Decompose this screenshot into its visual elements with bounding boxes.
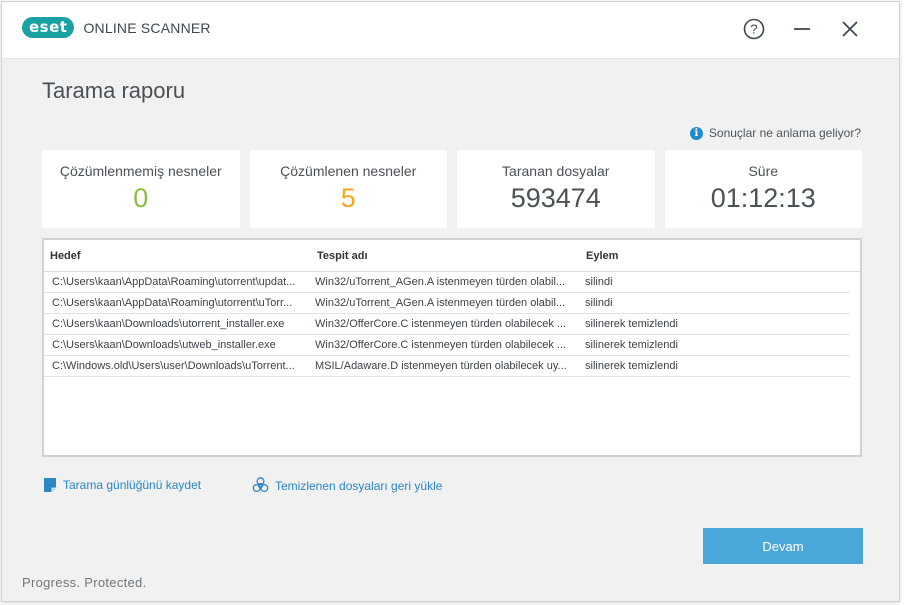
detections-table[interactable]: Hedef Tespit adı Eylem C:\Users\kaan\App… — [42, 238, 862, 457]
cell-target: C:\Users\kaan\AppData\Roaming\utorrent\u… — [52, 297, 293, 309]
cell-detection: Win32/uTorrent_AGen.A istenmeyen türden … — [315, 276, 566, 288]
help-button[interactable]: ? — [741, 16, 767, 42]
stat-value: 5 — [340, 183, 356, 213]
page-title: Tarama raporu — [42, 78, 186, 103]
minimize-icon — [794, 28, 810, 30]
table-header: Hedef Tespit adı Eylem — [44, 240, 860, 272]
close-icon — [842, 21, 858, 37]
tagline: Progress. Protected. — [22, 575, 147, 590]
cell-detection: Win32/uTorrent_AGen.A istenmeyen türden … — [315, 297, 566, 309]
continue-button[interactable]: Devam — [703, 528, 863, 564]
stat-duration: Süre 01:12:13 — [664, 150, 862, 228]
eset-logo-badge: eset — [22, 17, 75, 38]
stats-panel: Çözümlenmemiş nesneler 0 Çözümlenen nesn… — [42, 150, 862, 228]
stat-resolved: Çözümlenen nesneler 5 — [249, 150, 447, 228]
stat-label: Taranan dosyalar — [502, 163, 610, 179]
minimize-button[interactable] — [789, 16, 815, 42]
stat-label: Çözümlenmemiş nesneler — [59, 163, 222, 179]
cell-action: silindi — [585, 297, 613, 309]
column-header-target[interactable]: Hedef — [44, 250, 311, 262]
stat-unresolved: Çözümlenmemiş nesneler 0 — [42, 150, 240, 228]
help-glyph: ? — [750, 22, 757, 37]
column-header-action[interactable]: Eylem — [580, 250, 840, 262]
stat-label: Süre — [748, 163, 779, 179]
cell-target: C:\Users\kaan\Downloads\utorrent_install… — [52, 318, 285, 330]
cell-action: silinerek temizlendi — [585, 318, 678, 330]
save-document-icon — [43, 477, 57, 493]
title-bar[interactable]: eset ONLINE SCANNER ? — [2, 2, 899, 58]
restore-files-label: Temizlenen dosyaları geri yükle — [275, 478, 443, 493]
table-row[interactable]: C:\Users\kaan\Downloads\utorrent_install… — [44, 314, 850, 335]
results-info-label: Sonuçlar ne anlama geliyor? — [708, 126, 861, 140]
biohazard-icon — [252, 477, 269, 494]
help-icon: ? — [743, 18, 765, 40]
cell-detection: Win32/OfferCore.C istenmeyen türden olab… — [315, 318, 567, 330]
column-header-detection[interactable]: Tespit adı — [311, 250, 580, 262]
product-name: ONLINE SCANNER — [83, 19, 211, 36]
stat-value: 0 — [133, 183, 149, 213]
table-row[interactable]: C:\Users\kaan\AppData\Roaming\utorrent\u… — [44, 293, 850, 314]
stat-value: 01:12:13 — [710, 183, 816, 213]
eset-window: eset ONLINE SCANNER ? Tarama raporu i So… — [1, 1, 900, 602]
info-icon: i — [689, 126, 703, 140]
table-row[interactable]: C:\Windows.old\Users\user\Downloads\uTor… — [44, 356, 850, 377]
close-button[interactable] — [837, 16, 863, 42]
save-log-label: Tarama günlüğünü kaydet — [63, 478, 202, 492]
cell-action: silindi — [585, 276, 613, 288]
cell-target: C:\Windows.old\Users\user\Downloads\uTor… — [52, 360, 295, 372]
table-row[interactable]: C:\Users\kaan\Downloads\utweb_installer.… — [44, 335, 850, 356]
stat-value: 593474 — [510, 183, 601, 213]
save-log-link[interactable]: Tarama günlüğünü kaydet — [43, 477, 201, 493]
cell-target: C:\Users\kaan\Downloads\utweb_installer.… — [52, 339, 276, 351]
eset-logo: eset ONLINE SCANNER — [22, 17, 211, 38]
results-info-link[interactable]: i Sonuçlar ne anlama geliyor? — [689, 126, 861, 140]
cell-action: silinerek temizlendi — [585, 360, 678, 372]
restore-files-link[interactable]: Temizlenen dosyaları geri yükle — [252, 477, 442, 494]
cell-target: C:\Users\kaan\AppData\Roaming\utorrent\u… — [52, 276, 296, 288]
stat-label: Çözümlenen nesneler — [280, 163, 417, 179]
cell-detection: MSIL/Adaware.D istenmeyen türden olabile… — [315, 360, 567, 372]
cell-detection: Win32/OfferCore.C istenmeyen türden olab… — [315, 339, 567, 351]
cell-action: silinerek temizlendi — [585, 339, 678, 351]
stat-scanned-files: Taranan dosyalar 593474 — [457, 150, 655, 228]
table-row[interactable]: C:\Users\kaan\AppData\Roaming\utorrent\u… — [44, 272, 850, 293]
title-divider — [2, 58, 899, 59]
